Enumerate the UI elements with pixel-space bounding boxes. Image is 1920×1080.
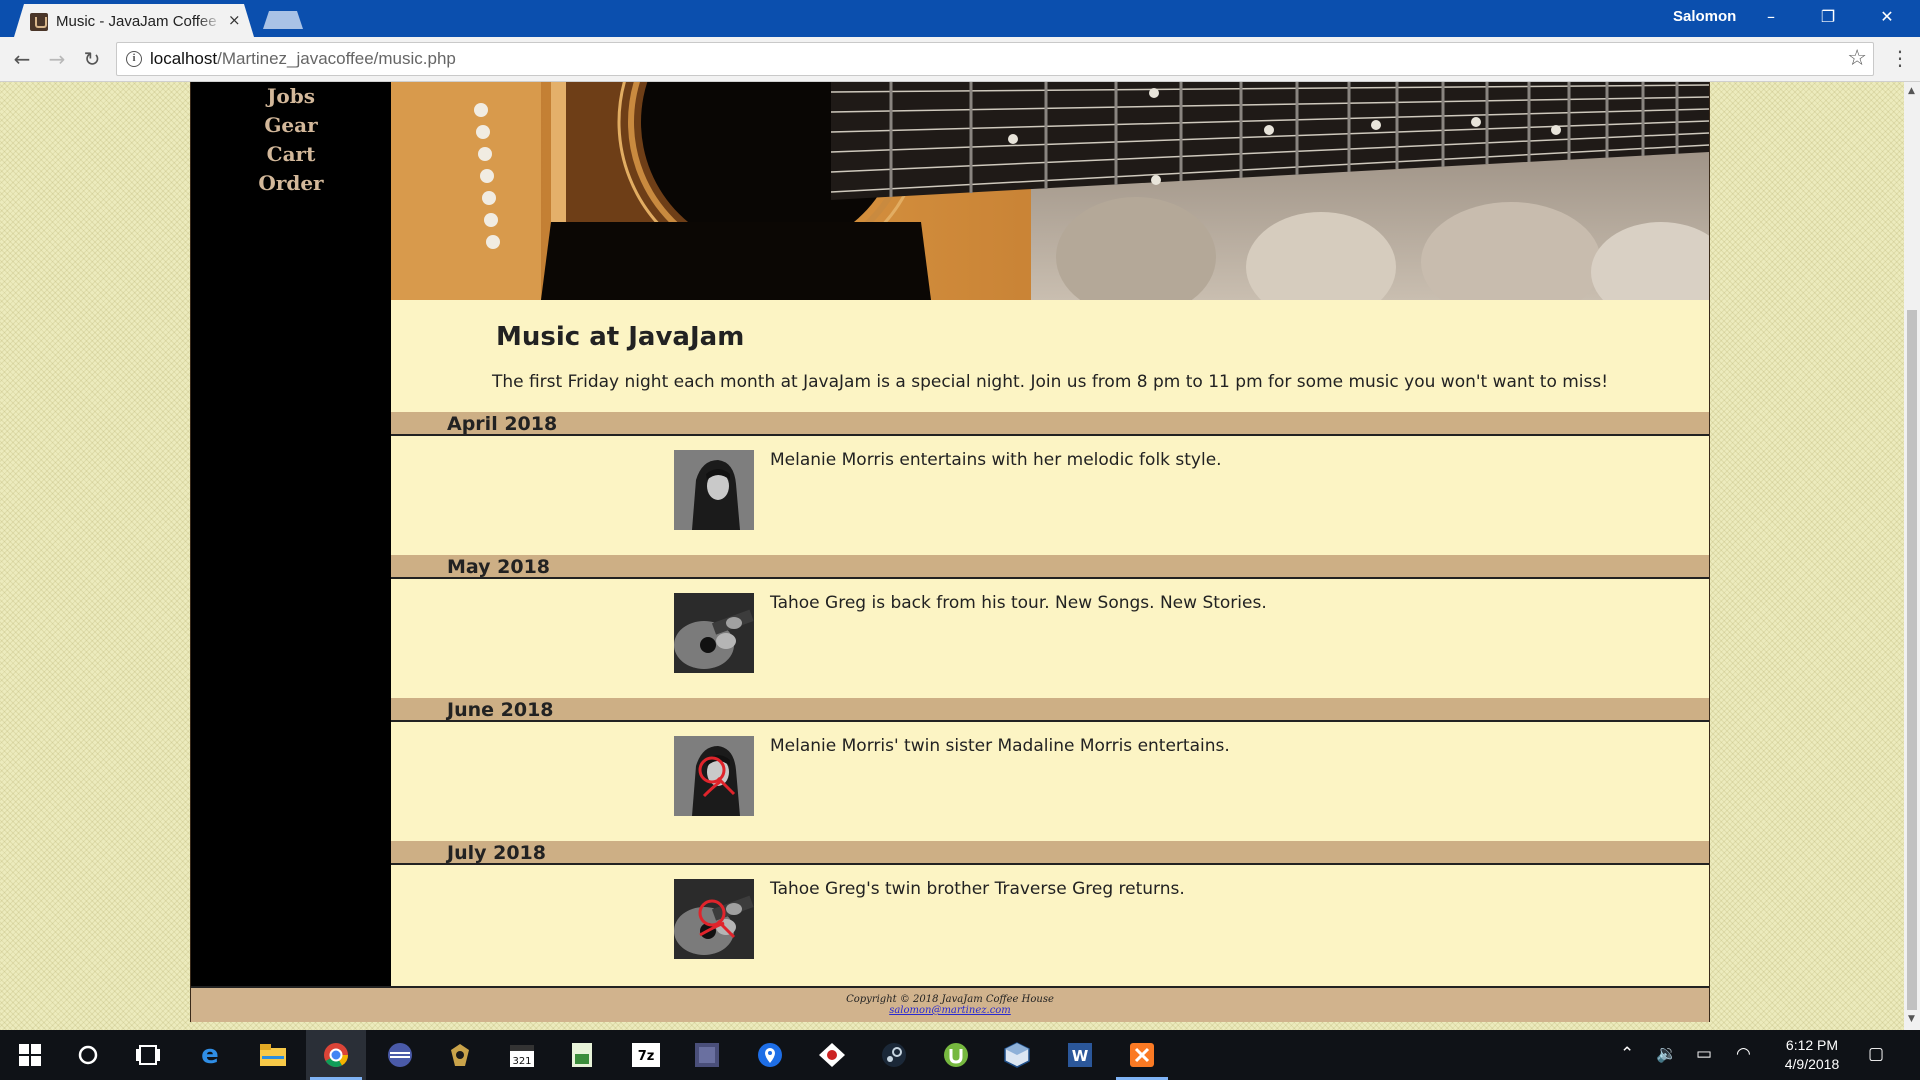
nav-link-gear[interactable]: Gear [191,111,391,140]
traverse-thumbnail[interactable] [674,879,754,959]
tab-close-icon[interactable]: × [228,11,241,29]
hero-guitar-image [391,82,1709,300]
copyright-text: Copyright © 2018 JavaJam Coffee House [846,994,1054,1005]
calendar-icon[interactable]: 321 [492,1030,552,1080]
app-icon[interactable] [430,1030,490,1080]
main-content: Music at JavaJam The first Friday night … [391,300,1709,986]
steam-icon[interactable] [864,1030,924,1080]
tray-overflow-chevron-up-icon[interactable]: ⌃ [1620,1044,1634,1064]
page-scrollbar[interactable]: ▲ ▼ [1904,82,1920,1030]
svg-text:W: W [1072,1047,1089,1065]
nav-list: Jobs Gear Cart Order [191,82,391,198]
7zip-icon[interactable]: 7z [616,1030,676,1080]
maps-icon[interactable] [740,1030,800,1080]
month-label: June 2018 [447,699,554,721]
scroll-thumb[interactable] [1907,310,1917,1010]
month-label: April 2018 [447,413,558,435]
url-text[interactable]: localhost/Martinez_javacoffee/music.php [150,49,456,69]
address-bar[interactable]: i localhost/Martinez_javacoffee/music.ph… [116,42,1874,76]
edge-icon[interactable]: e [180,1030,240,1080]
svg-text:7z: 7z [638,1049,655,1064]
back-button[interactable]: ← [8,45,36,73]
madaline-thumbnail[interactable] [674,736,754,816]
nav-link-jobs[interactable]: Jobs [191,82,391,111]
greg-thumbnail[interactable] [674,593,754,673]
bookmark-star-icon[interactable]: ☆ [1847,46,1867,71]
info-icon[interactable]: i [126,51,142,67]
browser-title-bar: Music - JavaJam Coffee House × Salomon –… [0,0,1920,37]
file-explorer-icon[interactable] [243,1030,303,1080]
month-heading: July 2018 [391,841,1709,865]
clock-time: 6:12 PM [1785,1037,1839,1053]
clock-date: 4/9/2018 [1784,1056,1840,1072]
nav-link-order[interactable]: Order [191,169,391,198]
left-navigation: Jobs Gear Cart Order [191,82,391,986]
close-window-button[interactable]: ✕ [1864,0,1910,34]
event-description: Melanie Morris' twin sister Madaline Mor… [770,736,1230,756]
minimize-button[interactable]: – [1748,0,1794,34]
new-tab-button[interactable] [263,11,303,29]
event-description: Melanie Morris entertains with her melod… [770,450,1222,470]
coffee-favicon-icon [30,13,48,31]
profile-name[interactable]: Salomon [1673,8,1736,25]
browser-toolbar: ← → ↻ i localhost/Martinez_javacoffee/mu… [0,37,1920,82]
page-title: Music at JavaJam [496,322,745,352]
month-label: May 2018 [447,556,551,578]
tab-title: Music - JavaJam Coffee House [56,13,222,30]
action-center-icon[interactable]: ▢ [1868,1044,1884,1064]
intro-text: The first Friday night each month at Jav… [491,372,1609,392]
scroll-up-arrow-icon[interactable]: ▲ [1908,86,1915,96]
word-icon[interactable]: W [1050,1030,1110,1080]
chrome-icon[interactable] [306,1030,366,1080]
scroll-down-arrow-icon[interactable]: ▼ [1908,1014,1915,1024]
restore-button[interactable]: ❐ [1805,0,1851,34]
melanie-thumbnail[interactable] [674,450,754,530]
svg-text:321: 321 [512,1056,531,1067]
month-heading: June 2018 [391,698,1709,722]
windows-taskbar: e 321 7z W ⌃ 🔉 ▭ ◠ 6:12 PM 4/9/2018 ▢ [0,1030,1920,1080]
browser-menu-icon[interactable]: ⋮ [1890,48,1910,68]
spider-icon[interactable] [802,1030,862,1080]
search-icon[interactable] [58,1030,118,1080]
utorrent-icon[interactable] [926,1030,986,1080]
media-icon[interactable] [370,1030,430,1080]
nav-link-cart[interactable]: Cart [191,140,391,169]
page-footer: Copyright © 2018 JavaJam Coffee House sa… [191,986,1709,1022]
volume-icon[interactable]: 🔉 [1656,1044,1677,1064]
battery-icon[interactable]: ▭ [1696,1044,1712,1064]
forward-button[interactable]: → [43,45,71,73]
virtualbox-icon[interactable] [987,1030,1047,1080]
image-icon[interactable] [677,1030,737,1080]
email-link[interactable]: salomon@martinez.com [191,1005,1709,1016]
event-description: Tahoe Greg is back from his tour. New So… [770,593,1267,613]
network-icon[interactable]: ◠ [1736,1044,1751,1064]
start-icon[interactable] [0,1030,60,1080]
xampp-icon[interactable] [1112,1030,1172,1080]
page-wrapper: Jobs Gear Cart Order Music at JavaJam Th… [190,82,1710,1022]
reload-button[interactable]: ↻ [78,45,106,73]
task-view-icon[interactable] [118,1030,178,1080]
spreadsheet-icon[interactable] [552,1030,612,1080]
month-label: July 2018 [447,842,546,864]
taskbar-clock[interactable]: 6:12 PM 4/9/2018 [1772,1036,1852,1074]
event-description: Tahoe Greg's twin brother Traverse Greg … [770,879,1185,899]
month-heading: April 2018 [391,412,1709,436]
month-heading: May 2018 [391,555,1709,579]
browser-tab[interactable]: Music - JavaJam Coffee House × [14,4,254,37]
page-viewport: Jobs Gear Cart Order Music at JavaJam Th… [0,82,1904,1030]
